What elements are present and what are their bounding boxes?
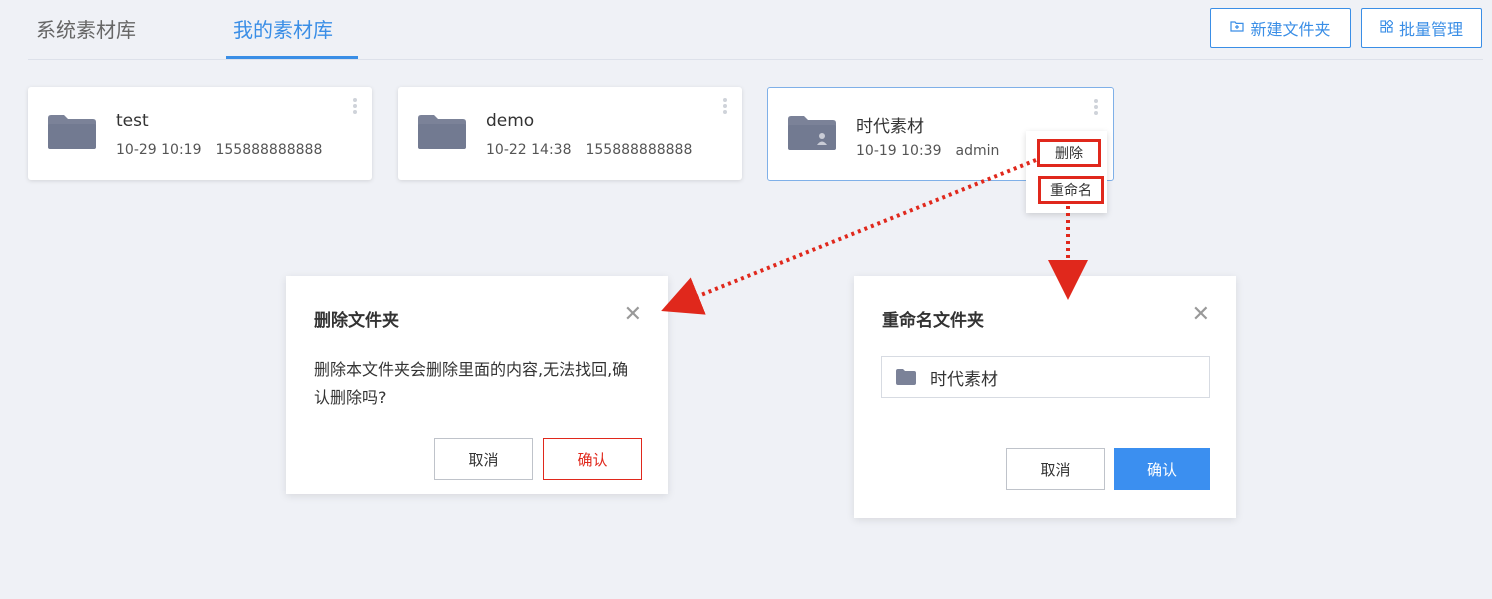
folder-meta: 10-19 10:39 admin bbox=[856, 143, 999, 159]
folder-date: 10-19 10:39 bbox=[856, 143, 942, 159]
folder-name: demo bbox=[486, 111, 535, 131]
confirm-rename-button[interactable]: 确认 bbox=[1114, 448, 1210, 490]
folder-meta: 10-22 14:38 155888888888 bbox=[486, 142, 692, 158]
grid-icon bbox=[1380, 18, 1394, 37]
more-vertical-icon[interactable] bbox=[722, 98, 728, 116]
folder-icon bbox=[48, 115, 96, 149]
rename-folder-dialog: 重命名文件夹 ✕ 取消 确认 bbox=[854, 276, 1236, 518]
tab-system-library[interactable]: 系统素材库 bbox=[36, 14, 136, 43]
more-vertical-icon[interactable] bbox=[1093, 99, 1099, 117]
folder-date: 10-22 14:38 bbox=[486, 142, 572, 158]
active-tab-indicator bbox=[226, 56, 358, 59]
confirm-delete-button[interactable]: 确认 bbox=[543, 438, 642, 480]
more-vertical-icon[interactable] bbox=[352, 98, 358, 116]
rename-field[interactable] bbox=[881, 356, 1210, 398]
close-icon[interactable]: ✕ bbox=[624, 304, 642, 326]
folder-plus-icon bbox=[1230, 20, 1245, 36]
new-folder-button[interactable]: 新建文件夹 bbox=[1210, 8, 1351, 48]
folder-name: 时代素材 bbox=[856, 117, 924, 137]
menu-item-delete[interactable]: 删除 bbox=[1037, 139, 1101, 167]
batch-manage-button[interactable]: 批量管理 bbox=[1361, 8, 1482, 48]
cancel-button[interactable]: 取消 bbox=[434, 438, 533, 480]
delete-folder-dialog: 删除文件夹 ✕ 删除本文件夹会删除里面的内容,无法找回,确认删除吗? 取消 确认 bbox=[286, 276, 668, 494]
tab-my-library[interactable]: 我的素材库 bbox=[233, 14, 333, 43]
folder-context-menu: 删除 重命名 bbox=[1026, 131, 1107, 213]
folder-icon bbox=[896, 369, 916, 385]
cancel-button[interactable]: 取消 bbox=[1006, 448, 1105, 490]
folder-card[interactable]: demo 10-22 14:38 155888888888 bbox=[398, 87, 742, 180]
folder-icon bbox=[418, 115, 466, 149]
menu-item-rename[interactable]: 重命名 bbox=[1038, 176, 1104, 204]
folder-owner: 155888888888 bbox=[215, 142, 323, 158]
folder-card[interactable]: test 10-29 10:19 155888888888 bbox=[28, 87, 372, 180]
folder-date: 10-29 10:19 bbox=[116, 142, 202, 158]
dialog-title: 删除文件夹 bbox=[314, 311, 399, 331]
rename-input[interactable] bbox=[930, 367, 1190, 387]
folder-name: test bbox=[116, 111, 149, 131]
folder-owner: admin bbox=[955, 143, 1000, 159]
close-icon[interactable]: ✕ bbox=[1192, 304, 1210, 326]
dialog-title: 重命名文件夹 bbox=[882, 311, 984, 331]
folder-owner: 155888888888 bbox=[585, 142, 693, 158]
batch-manage-label: 批量管理 bbox=[1398, 20, 1463, 39]
folder-meta: 10-29 10:19 155888888888 bbox=[116, 142, 322, 158]
dialog-message: 删除本文件夹会删除里面的内容,无法找回,确认删除吗? bbox=[314, 360, 629, 407]
shared-folder-icon bbox=[788, 116, 836, 150]
new-folder-label: 新建文件夹 bbox=[1250, 20, 1331, 39]
